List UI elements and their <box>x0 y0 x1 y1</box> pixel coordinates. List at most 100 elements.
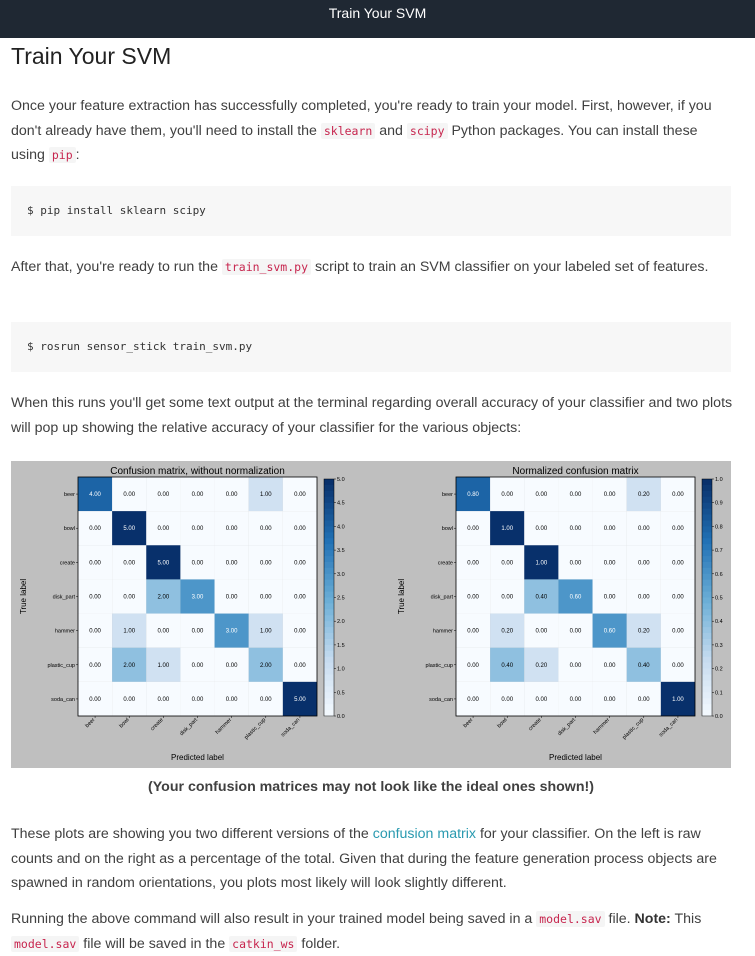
colorbar-segment <box>702 674 712 681</box>
colorbar-tick-label: 3.5 <box>337 548 345 554</box>
colorbar-segment <box>702 579 712 587</box>
code-block-rosrun[interactable]: $ rosrun sensor_stick train_svm.py <box>11 322 731 372</box>
colorbar-tick-label: 4.0 <box>337 524 345 530</box>
cell-value-label: 0.00 <box>501 560 513 566</box>
colorbar-segment <box>324 633 334 640</box>
colorbar-segment <box>324 484 334 492</box>
y-tick-label: create <box>60 560 75 566</box>
colorbar-tick-label: 2.5 <box>337 596 345 602</box>
y-tick-label: disk_part <box>431 595 454 601</box>
colorbar-tick-label: 1.0 <box>337 667 345 673</box>
after-text-2: script to train an SVM classifier on you… <box>311 259 709 275</box>
page-title: Train Your SVM <box>11 43 172 69</box>
cell-value-label: 0.00 <box>570 560 582 566</box>
cell-value-label: 0.00 <box>89 697 101 703</box>
colorbar-segment <box>324 573 334 581</box>
running-text-2: file. <box>604 911 635 927</box>
cell-value-label: 0.00 <box>604 492 616 498</box>
cell-value-label: 0.00 <box>294 526 306 532</box>
colorbar-segment <box>324 656 334 664</box>
colorbar-segment <box>324 567 334 575</box>
y-axis-label: True label <box>19 579 28 615</box>
colorbar-tick-label: 4.5 <box>337 501 345 507</box>
colorbar-tick-label: 0.0 <box>715 714 723 720</box>
plots-text-1: These plots are showing you two differen… <box>11 826 373 842</box>
colorbar-segment <box>324 520 334 527</box>
inline-code-pip: pip <box>48 147 76 163</box>
running-text-1: Running the above command will also resu… <box>11 911 537 927</box>
cell-value-label: 0.00 <box>638 595 650 601</box>
cell-value-label: 0.00 <box>89 560 101 566</box>
cell-value-label: 0.00 <box>192 663 204 669</box>
cell-value-label: 1.00 <box>260 492 272 498</box>
cell-value-label: 0.00 <box>192 629 204 635</box>
colorbar-segment <box>324 544 334 551</box>
colorbar-segment <box>702 502 712 510</box>
inline-code-train-svm: train_svm.py <box>221 259 312 275</box>
cell-value-label: 0.00 <box>672 526 684 532</box>
colorbar-segment <box>324 668 334 676</box>
y-tick-label: hammer <box>433 629 453 635</box>
cell-value-label: 0.20 <box>501 629 513 635</box>
colorbar-segment <box>324 609 334 616</box>
y-tick-label: bowl <box>442 526 453 532</box>
cell-value-label: 0.00 <box>501 697 513 703</box>
cell-value-label: 0.00 <box>294 492 306 498</box>
window-title: Train Your SVM <box>328 5 427 21</box>
cell-value-label: 0.00 <box>226 663 238 669</box>
colorbar-segment <box>324 698 334 705</box>
colorbar-tick-label: 0.1 <box>715 690 723 696</box>
cell-value-label: 0.00 <box>467 629 479 635</box>
running-text-5: folder. <box>297 935 341 952</box>
colorbar-segment <box>324 662 334 670</box>
code-block-pip-install[interactable]: $ pip install sklearn scipy <box>11 186 731 236</box>
intro-text-2: and <box>375 122 407 139</box>
colorbar-segment <box>324 579 334 587</box>
colorbar-segment <box>702 680 712 687</box>
inline-code-scipy: scipy <box>406 122 448 139</box>
colorbar-segment <box>324 638 334 646</box>
cell-value-label: 0.00 <box>123 492 135 498</box>
cell-value-label: 1.00 <box>536 560 548 566</box>
colorbar-segment <box>324 591 334 598</box>
confusion-matrix-panel-1: 4.00 0.00 0.00 0.00 0.00 1.00 0.000.00 5.00 0.00… <box>11 461 354 768</box>
colorbar-segment <box>702 638 712 646</box>
cell-value-label: 0.00 <box>226 595 238 601</box>
colorbar-segment <box>702 484 712 492</box>
cell-value-label: 0.00 <box>89 629 101 635</box>
colorbar-segment <box>702 627 712 634</box>
cell-value-label: 0.00 <box>501 492 513 498</box>
colorbar-segment <box>702 538 712 545</box>
colorbar-segment <box>324 621 334 628</box>
x-axis-label: Predicted label <box>549 753 602 762</box>
cell-value-label: 0.00 <box>89 663 101 669</box>
cell-value-label: 0.00 <box>467 595 479 601</box>
cell-value-label: 0.00 <box>123 560 135 566</box>
when-paragraph: When this runs you'll get some text outp… <box>11 395 733 436</box>
running-text-3: This <box>670 911 702 927</box>
cell-value-label: 0.00 <box>638 697 650 703</box>
colorbar-segment <box>324 490 334 498</box>
colorbar-segment <box>702 710 712 717</box>
cell-value-label: 0.00 <box>570 629 582 635</box>
running-paragraph: Running the above command will also resu… <box>11 907 733 956</box>
chart-title: Confusion matrix, without normalization <box>110 466 285 477</box>
cell-value-label: 0.00 <box>467 697 479 703</box>
cell-value-label: 1.00 <box>501 526 513 532</box>
colorbar-segment <box>324 644 334 652</box>
cell-value-label: 0.00 <box>192 526 204 532</box>
cell-value-label: 0.00 <box>158 629 170 635</box>
cell-value-label: 1.00 <box>123 629 135 635</box>
colorbar-tick-label: 0.0 <box>337 714 345 720</box>
cell-value-label: 0.00 <box>638 526 650 532</box>
confusion-matrix-link[interactable]: confusion matrix <box>373 826 476 842</box>
cell-value-label: 5.00 <box>123 526 135 532</box>
colorbar-segment <box>702 704 712 711</box>
cell-value-label: 0.00 <box>260 526 272 532</box>
y-tick-label: hammer <box>55 629 75 635</box>
colorbar-segment <box>702 520 712 527</box>
cell-value-label: 0.00 <box>604 526 616 532</box>
colorbar-segment <box>324 538 334 545</box>
cell-value-label: 0.00 <box>536 492 548 498</box>
cell-value-label: 0.00 <box>672 595 684 601</box>
